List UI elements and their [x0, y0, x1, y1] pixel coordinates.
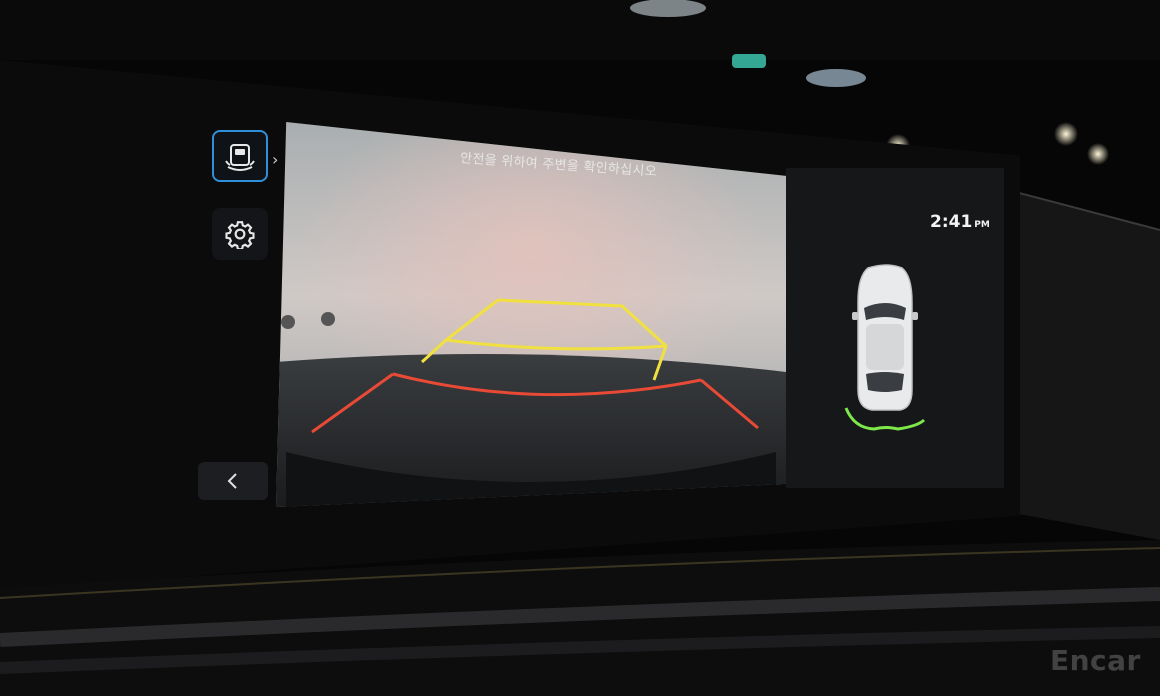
top-view-car-icon: [844, 264, 926, 431]
settings-button[interactable]: [212, 208, 268, 260]
camera-feed: [276, 122, 786, 507]
chevron-right-icon: ›: [272, 150, 279, 169]
clock: 2:41 PM: [930, 212, 990, 232]
rear-sensor-indicator: [844, 407, 926, 431]
back-button[interactable]: [198, 462, 268, 500]
chevron-left-icon: [227, 473, 237, 489]
dashboard-trim: [0, 540, 1160, 696]
gear-icon: [225, 221, 255, 249]
parking-sensor-icon: [225, 144, 255, 171]
clock-ampm: PM: [974, 220, 990, 230]
rear-camera-view: [276, 122, 786, 507]
parking-sensor-button[interactable]: [212, 130, 268, 182]
watermark: Encar: [1050, 644, 1141, 677]
clock-time: 2:41: [930, 212, 973, 232]
